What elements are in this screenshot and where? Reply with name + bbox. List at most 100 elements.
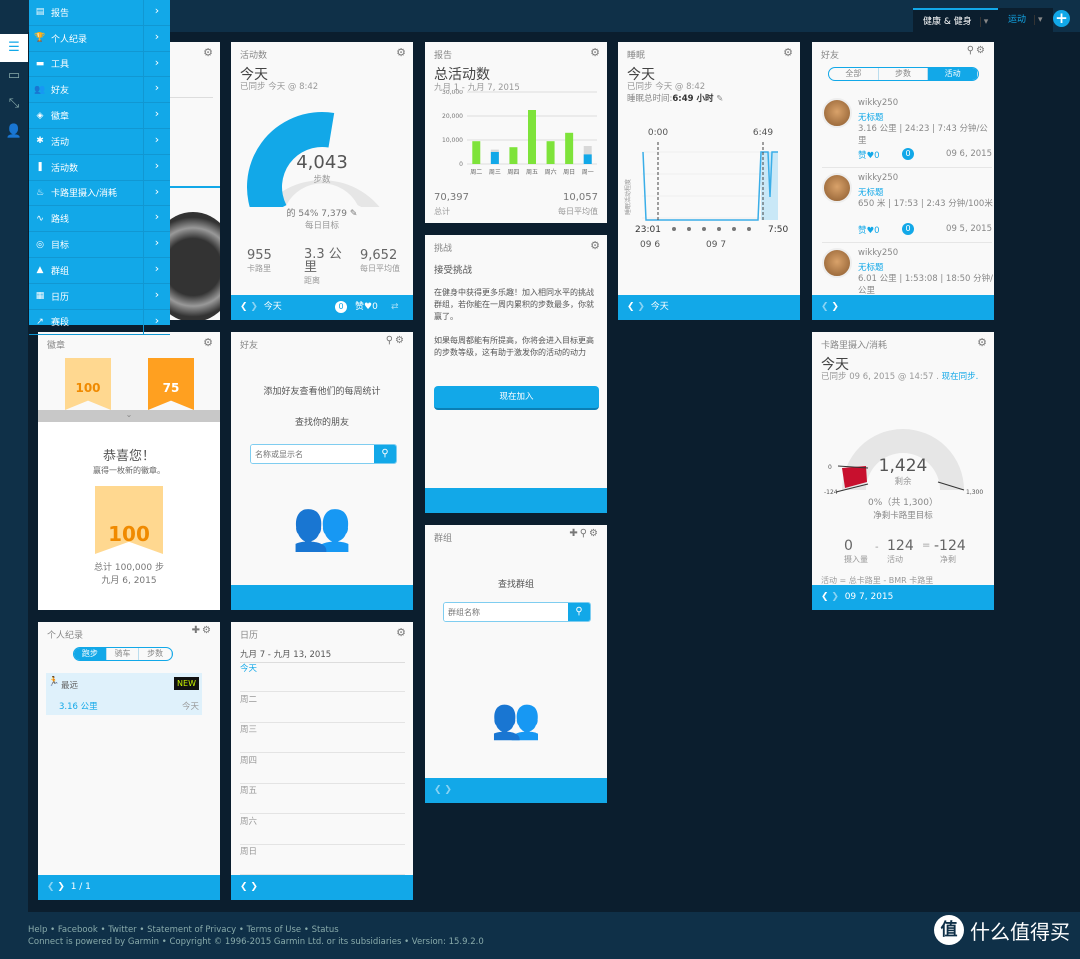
search-icon[interactable]: ⚲ <box>568 603 590 621</box>
menu-item[interactable]: ▤ 报告 › <box>29 0 170 26</box>
chevron-right-icon[interactable]: › <box>143 309 170 335</box>
calendar-day[interactable]: 周日 <box>240 845 405 875</box>
tab-activities[interactable]: 活动 <box>928 68 978 80</box>
add-icon[interactable]: ✚ <box>192 625 202 636</box>
add-widget-button[interactable]: + <box>1053 10 1070 27</box>
prev-icon[interactable]: ❮ <box>434 785 442 795</box>
menu-item[interactable]: ♨ 卡路里摄入/消耗 › <box>29 180 170 207</box>
badge-100[interactable]: 100 <box>65 358 111 410</box>
inbox-icon[interactable]: ▭ <box>0 62 28 90</box>
sync-now-link[interactable]: 现在同步. <box>942 372 979 382</box>
chevron-right-icon[interactable]: › <box>143 103 170 128</box>
menu-item[interactable]: ▬ 工具 › <box>29 51 170 78</box>
gear-icon[interactable]: ⚙ <box>976 45 987 56</box>
calendar-day[interactable]: 周三 <box>240 723 405 753</box>
menu-item[interactable]: ∿ 路线 › <box>29 206 170 233</box>
menu-item[interactable]: 🏆 个人纪录 › <box>29 25 170 52</box>
group-search-input[interactable] <box>444 603 568 621</box>
friend-activity-item[interactable]: wikky250 无标题 3.16 公里 | 24:23 | 7:43 分钟/公里赞… <box>822 98 992 168</box>
menu-item[interactable]: 👥 好友 › <box>29 77 170 104</box>
add-icon[interactable]: ✚ <box>569 528 579 539</box>
chevron-right-icon[interactable]: › <box>143 257 170 283</box>
gear-icon[interactable]: ⚙ <box>589 528 600 539</box>
avatar[interactable] <box>822 173 852 203</box>
tab-health-fitness[interactable]: 健康 & 健身 ▾ <box>913 8 999 32</box>
menu-icon[interactable]: ☰ <box>0 34 28 62</box>
footer-link[interactable]: Terms of Use <box>247 925 302 935</box>
search-icon[interactable]: ⚲ <box>580 528 589 539</box>
menu-item[interactable]: ↗ 赛段 › <box>29 309 170 336</box>
menu-item[interactable]: ✱ 活动 › <box>29 128 170 155</box>
expand-chevron-icon[interactable]: ⌄ <box>38 410 220 422</box>
calendar-day[interactable]: 周六 <box>240 815 405 845</box>
tab-sports[interactable]: 运动 ▾ <box>998 8 1053 32</box>
like-button[interactable]: 赞♥0 <box>858 149 880 161</box>
search-icon[interactable]: ⚲ <box>386 335 395 346</box>
chevron-right-icon[interactable]: › <box>143 283 170 309</box>
tab-steps[interactable]: 步数 <box>139 648 172 660</box>
menu-item[interactable]: ◎ 目标 › <box>29 232 170 258</box>
chevron-right-icon[interactable]: › <box>143 154 170 180</box>
prev-icon[interactable]: ❮ <box>240 882 248 892</box>
avatar[interactable] <box>822 248 852 278</box>
menu-item[interactable]: ▦ 日历 › <box>29 283 170 310</box>
calendar-day[interactable]: 周五 <box>240 784 405 814</box>
next-icon[interactable]: ❯ <box>831 592 839 602</box>
search-icon[interactable]: ⚲ <box>967 45 976 56</box>
friend-search-input[interactable] <box>251 445 374 463</box>
next-icon[interactable]: ❯ <box>250 882 258 892</box>
menu-item[interactable]: ▲ 群组 › <box>29 257 170 284</box>
next-icon[interactable]: ❯ <box>444 785 452 795</box>
gear-icon[interactable]: ⚙ <box>203 46 213 59</box>
footer-link[interactable]: Statement of Privacy <box>147 925 236 935</box>
gear-icon[interactable]: ⚙ <box>590 46 600 59</box>
user-icon[interactable]: 👤 <box>0 118 28 146</box>
next-icon[interactable]: ❯ <box>637 302 645 312</box>
gear-icon[interactable]: ⚙ <box>590 239 600 252</box>
edit-icon[interactable]: ✎ <box>350 209 358 219</box>
chevron-right-icon[interactable]: › <box>143 128 170 154</box>
gear-icon[interactable]: ⚙ <box>783 46 793 59</box>
chevron-right-icon[interactable]: › <box>143 232 170 257</box>
footer-link[interactable]: Twitter <box>108 925 137 935</box>
gear-icon[interactable]: ⚙ <box>396 46 406 59</box>
calendar-day[interactable]: 周二 <box>240 693 405 723</box>
chevron-right-icon[interactable]: › <box>143 206 170 232</box>
footer-link[interactable]: Facebook <box>58 925 98 935</box>
footer-link[interactable]: Help <box>28 925 47 935</box>
edit-icon[interactable]: ✎ <box>716 94 723 104</box>
prev-icon[interactable]: ❮ <box>240 302 248 312</box>
comment-count[interactable]: 0 <box>902 223 914 235</box>
next-icon[interactable]: ❯ <box>831 302 839 312</box>
gear-icon[interactable]: ⚙ <box>396 626 406 639</box>
chevron-right-icon[interactable]: › <box>143 77 170 103</box>
prev-icon[interactable]: ❮ <box>821 592 829 602</box>
tab-steps[interactable]: 步数 <box>879 68 929 80</box>
avatar[interactable] <box>822 98 852 128</box>
join-now-button[interactable]: 现在加入 <box>434 386 599 410</box>
like-button[interactable]: 赞♥0 <box>858 224 880 236</box>
search-icon[interactable]: ⚲ <box>374 445 396 463</box>
dropdown-icon[interactable]: ▾ <box>1034 15 1043 25</box>
prev-icon[interactable]: ❮ <box>821 302 829 312</box>
tab-cycling[interactable]: 骑车 <box>107 648 140 660</box>
calendar-day[interactable]: 周四 <box>240 754 405 784</box>
chevron-right-icon[interactable]: › <box>143 25 170 51</box>
friend-activity-item[interactable]: wikky250 无标题 650 米 | 17:53 | 2:43 分钟/100米赞… <box>822 173 993 243</box>
comment-count[interactable]: 0 <box>902 148 914 160</box>
prev-icon[interactable]: ❮ <box>47 882 55 892</box>
gear-icon[interactable]: ⚙ <box>203 336 213 349</box>
gear-icon[interactable]: ⚙ <box>977 336 987 349</box>
calendar-day[interactable]: 今天 <box>240 662 405 692</box>
record-item[interactable]: 🏃 最远 NEW 3.16 公里 今天 <box>46 673 202 715</box>
tab-running[interactable]: 跑步 <box>74 648 107 660</box>
share-icon[interactable]: ⇄ <box>391 295 399 320</box>
chevron-right-icon[interactable]: › <box>143 0 170 25</box>
chevron-right-icon[interactable]: › <box>143 51 170 77</box>
dropdown-icon[interactable]: ▾ <box>979 17 989 27</box>
next-icon[interactable]: ❯ <box>250 302 258 312</box>
prev-icon[interactable]: ❮ <box>627 302 635 312</box>
connections-icon[interactable]: ⤡ <box>0 90 28 118</box>
tab-all[interactable]: 全部 <box>829 68 879 80</box>
badge-75[interactable]: 75 <box>148 358 194 410</box>
